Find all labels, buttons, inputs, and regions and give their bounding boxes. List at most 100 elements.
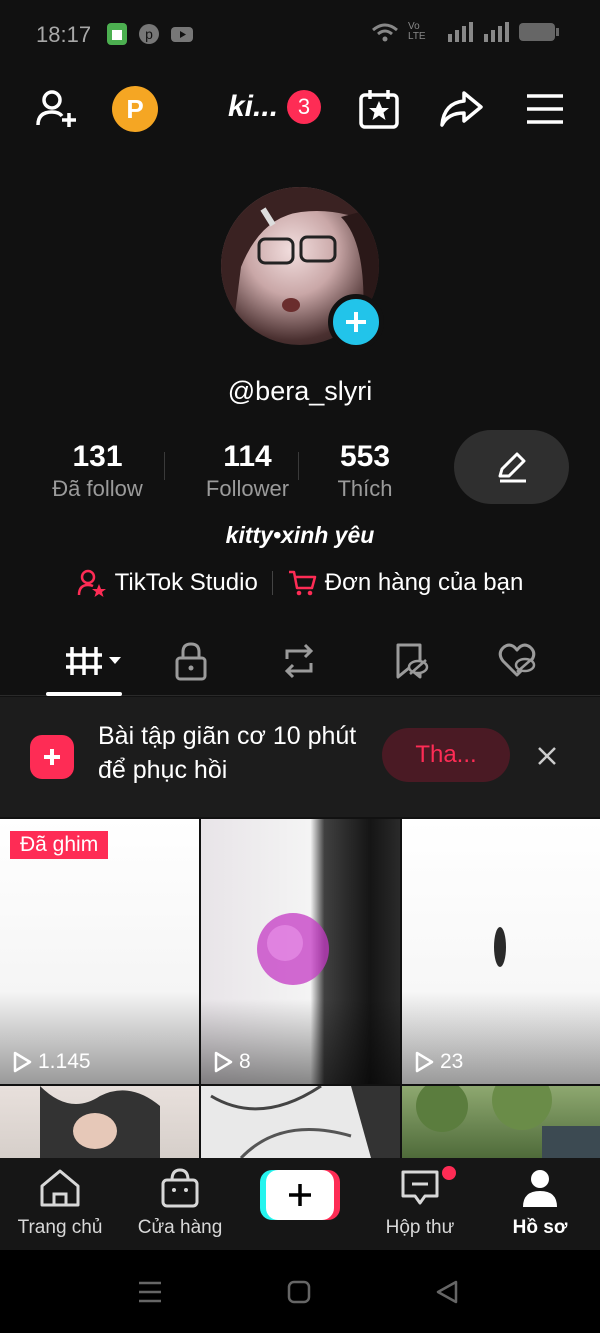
bottom-navigation: Trang chủ Cửa hàng Hộp thư Hồ sơ bbox=[0, 1158, 600, 1250]
battery-icon bbox=[519, 23, 559, 41]
health-icon bbox=[30, 735, 74, 779]
following-stat[interactable]: 131 Đã follow bbox=[40, 440, 155, 502]
pinterest-icon: p bbox=[139, 24, 159, 44]
bookmark-hidden-icon bbox=[396, 643, 429, 679]
nav-inbox[interactable]: Hộp thư bbox=[360, 1168, 480, 1239]
video-thumbnail[interactable] bbox=[402, 1086, 600, 1158]
close-icon bbox=[538, 747, 556, 765]
notification-badge: 3 bbox=[287, 90, 321, 124]
tab-videos[interactable] bbox=[55, 636, 129, 686]
orders-label: Đơn hàng của bạn bbox=[324, 569, 524, 596]
profile-links: TikTok Studio Đơn hàng của bạn bbox=[0, 568, 600, 598]
following-count: 131 bbox=[72, 440, 123, 473]
tab-liked[interactable] bbox=[480, 636, 554, 686]
add-friend-button[interactable] bbox=[32, 84, 82, 134]
plus-icon bbox=[44, 749, 60, 765]
view-count-label: 23 bbox=[440, 1050, 464, 1073]
followers-stat[interactable]: 114 Follower bbox=[190, 440, 305, 502]
video-art bbox=[40, 1086, 160, 1158]
profile-name-switcher[interactable]: ki... bbox=[228, 90, 278, 124]
tab-private[interactable] bbox=[154, 636, 228, 686]
back-icon[interactable] bbox=[434, 1279, 460, 1305]
active-tab-indicator bbox=[46, 692, 122, 696]
calendar-star-icon bbox=[359, 90, 399, 129]
video-art bbox=[210, 1086, 400, 1158]
likes-stat[interactable]: 553 Thích bbox=[320, 440, 410, 502]
play-icon bbox=[415, 1051, 434, 1073]
menu-button[interactable] bbox=[520, 84, 570, 134]
grid-dropdown-icon bbox=[66, 647, 121, 675]
nav-profile-label: Hồ sơ bbox=[512, 1217, 568, 1238]
add-avatar-button[interactable] bbox=[328, 294, 384, 350]
recent-apps-icon[interactable] bbox=[137, 1279, 163, 1305]
status-system-icons: Vo LTE bbox=[370, 20, 560, 44]
heart-hidden-icon bbox=[498, 643, 536, 677]
tiktok-studio-link[interactable]: TikTok Studio bbox=[77, 568, 258, 598]
pencil-icon bbox=[498, 452, 526, 483]
links-divider bbox=[271, 571, 273, 595]
video-thumbnail[interactable] bbox=[201, 1086, 400, 1158]
likes-label: Thích bbox=[337, 476, 393, 501]
profile-icon bbox=[523, 1170, 557, 1207]
create-button[interactable] bbox=[260, 1170, 340, 1220]
likes-count: 553 bbox=[339, 440, 391, 473]
video-art bbox=[416, 1086, 600, 1158]
video-thumbnail[interactable] bbox=[0, 1086, 199, 1158]
lock-icon bbox=[175, 642, 207, 681]
cart-icon bbox=[288, 570, 317, 596]
signal-icon-1 bbox=[448, 22, 473, 42]
stat-divider bbox=[164, 452, 165, 480]
plus-icon bbox=[346, 312, 366, 332]
video-thumbnail[interactable]: Đã ghim 1.145 bbox=[0, 819, 199, 1084]
signal-icon-2 bbox=[484, 22, 509, 42]
wifi-icon bbox=[372, 23, 398, 42]
username: @bera_slyri bbox=[227, 376, 373, 406]
view-count: 1.145 bbox=[12, 1050, 91, 1074]
video-thumbnail[interactable]: 8 bbox=[201, 819, 400, 1084]
orders-link[interactable]: Đơn hàng của bạn bbox=[287, 568, 524, 598]
view-count: 8 bbox=[213, 1050, 251, 1074]
tiktok-studio-label: TikTok Studio bbox=[114, 569, 258, 596]
status-notification-icons: p bbox=[106, 22, 194, 46]
view-count-label: 1.145 bbox=[38, 1050, 91, 1073]
points-button[interactable]: P bbox=[112, 86, 158, 132]
repost-icon bbox=[284, 643, 314, 679]
following-label: Đã follow bbox=[52, 476, 143, 501]
view-count: 23 bbox=[414, 1050, 463, 1074]
create-button-face bbox=[266, 1170, 334, 1220]
share-icon bbox=[440, 91, 483, 127]
nav-home[interactable]: Trang chủ bbox=[0, 1168, 120, 1239]
inbox-notification-dot bbox=[442, 1166, 456, 1180]
video-art bbox=[494, 927, 506, 967]
volte-label: Vo LTE bbox=[408, 21, 426, 42]
video-art bbox=[201, 913, 400, 1084]
add-user-icon bbox=[36, 90, 76, 127]
svg-text:p: p bbox=[145, 26, 153, 42]
followers-count: 114 bbox=[223, 440, 272, 473]
promo-close-button[interactable] bbox=[532, 741, 562, 771]
system-navigation-bar bbox=[0, 1250, 600, 1333]
home-system-icon[interactable] bbox=[286, 1279, 312, 1305]
calendar-button[interactable] bbox=[354, 84, 404, 134]
nav-shop[interactable]: Cửa hàng bbox=[120, 1168, 240, 1239]
promo-join-button[interactable]: Tha... bbox=[382, 728, 510, 782]
share-profile-button[interactable] bbox=[436, 84, 486, 134]
content-tabs bbox=[0, 630, 600, 696]
tab-reposts[interactable] bbox=[262, 636, 336, 686]
youtube-icon bbox=[171, 27, 193, 42]
shopping-bag-icon bbox=[161, 1168, 199, 1208]
tab-saved[interactable] bbox=[373, 636, 447, 686]
edit-profile-button[interactable] bbox=[454, 430, 569, 504]
video-thumbnail[interactable]: 23 bbox=[402, 819, 600, 1084]
play-icon bbox=[13, 1051, 32, 1073]
nav-home-label: Trang chủ bbox=[17, 1217, 103, 1238]
status-time: 18:17 bbox=[36, 22, 92, 47]
promo-text: Bài tập giãn cơ 10 phút để phục hồi bbox=[98, 722, 357, 784]
nav-inbox-label: Hộp thư bbox=[385, 1217, 455, 1238]
nav-shop-label: Cửa hàng bbox=[137, 1217, 223, 1238]
inbox-icon bbox=[401, 1170, 439, 1205]
nav-profile[interactable]: Hồ sơ bbox=[480, 1168, 600, 1239]
stat-divider bbox=[298, 452, 299, 480]
status-bar: 18:17 p Vo LTE bbox=[0, 0, 600, 68]
bio: kitty•xinh yêu bbox=[225, 522, 375, 548]
